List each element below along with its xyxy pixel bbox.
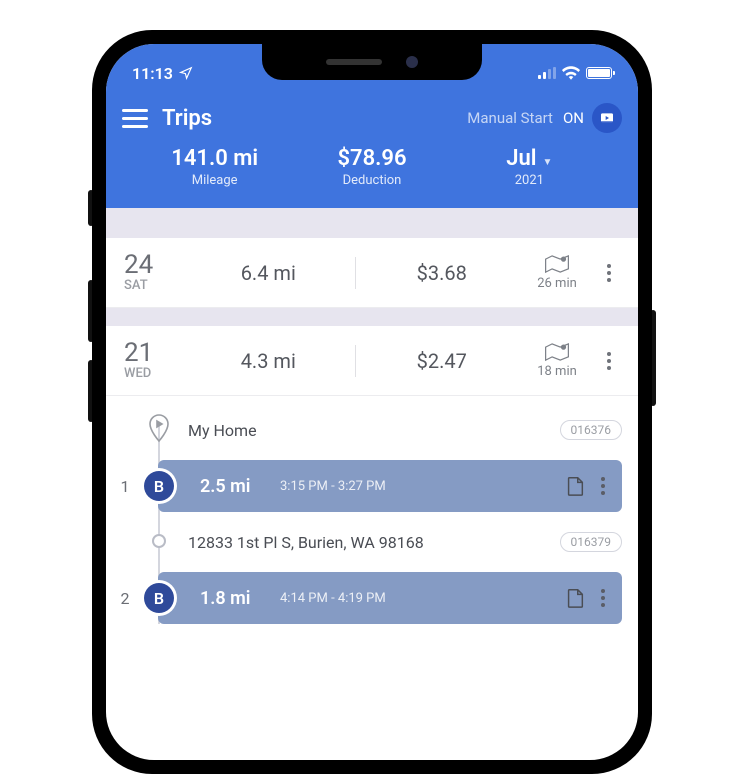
waypoint-label: 12833 1st Pl S, Burien, WA 98168	[158, 533, 560, 552]
day-duration: 18 min	[522, 342, 592, 379]
waypoint-id-badge: 016379	[560, 532, 622, 552]
segment-index: 1	[116, 477, 134, 496]
waypoint-label: My Home	[158, 421, 560, 440]
stat-mileage: 141.0 mi Mileage	[136, 146, 293, 188]
day-cost: $3.68	[362, 261, 523, 285]
segment-more-button[interactable]	[594, 589, 612, 607]
segment-category-badge: B	[144, 583, 174, 613]
section-gap	[106, 308, 638, 326]
signal-icon	[538, 67, 556, 79]
summary-stats: 141.0 mi Mileage $78.96 Deduction Jul▼ 2…	[122, 140, 622, 192]
stat-deduction: $78.96 Deduction	[293, 146, 450, 188]
period-selector[interactable]: Jul▼ 2021	[451, 146, 608, 188]
tutorial-button[interactable]	[592, 103, 622, 133]
day-more-button[interactable]	[598, 352, 620, 370]
day-summary-row[interactable]: 21 WED 4.3 mi $2.47 18 min	[106, 326, 638, 396]
segment-time: 4:14 PM - 4:19 PM	[280, 591, 564, 606]
trip-segment[interactable]: 2 B 1.8 mi 4:14 PM - 4:19 PM	[158, 572, 622, 624]
day-cost: $2.47	[362, 349, 523, 373]
map-route-icon	[544, 254, 570, 274]
day-of-week: WED	[124, 366, 188, 381]
manual-start-toggle[interactable]: Manual Start ON	[467, 109, 584, 127]
map-route-icon	[544, 342, 570, 362]
day-miles: 4.3 mi	[188, 349, 349, 373]
status-time: 11:13	[132, 64, 173, 83]
manual-start-state: ON	[563, 109, 584, 127]
menu-button[interactable]	[122, 109, 148, 128]
wifi-icon	[562, 66, 580, 80]
section-gap	[106, 208, 638, 238]
manual-start-label: Manual Start	[467, 109, 553, 127]
page-title: Trips	[162, 106, 212, 131]
battery-icon	[586, 67, 612, 79]
location-icon	[179, 66, 193, 80]
waypoint-start[interactable]: My Home 016376	[158, 408, 638, 452]
segment-miles: 2.5 mi	[200, 476, 280, 497]
day-miles: 6.4 mi	[188, 261, 349, 285]
waypoint-dot-icon	[152, 534, 166, 548]
day-number: 21	[124, 340, 188, 366]
day-duration: 26 min	[522, 254, 592, 291]
day-summary-row[interactable]: 24 SAT 6.4 mi $3.68 26 min	[106, 238, 638, 308]
day-more-button[interactable]	[598, 264, 620, 282]
segment-category-badge: B	[144, 471, 174, 501]
trip-segment[interactable]: 1 B 2.5 mi 3:15 PM - 3:27 PM	[158, 460, 622, 512]
segment-index: 2	[116, 589, 134, 608]
document-icon[interactable]	[564, 587, 586, 609]
document-icon[interactable]	[564, 475, 586, 497]
day-of-week: SAT	[124, 278, 188, 293]
chevron-down-icon: ▼	[542, 157, 552, 168]
segment-time: 3:15 PM - 3:27 PM	[280, 479, 564, 494]
segment-miles: 1.8 mi	[200, 588, 280, 609]
waypoint-id-badge: 016376	[560, 420, 622, 440]
waypoint-stop[interactable]: 12833 1st Pl S, Burien, WA 98168 016379	[158, 520, 638, 564]
day-number: 24	[124, 252, 188, 278]
start-pin-icon	[147, 413, 171, 447]
segment-more-button[interactable]	[594, 477, 612, 495]
